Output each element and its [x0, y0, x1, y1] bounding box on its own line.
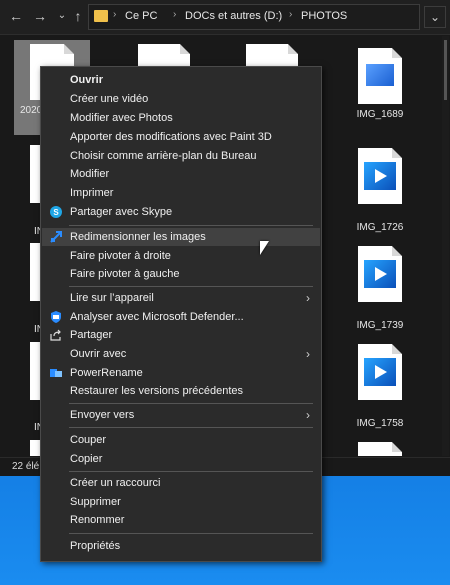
file-tile[interactable]: IMG_1739 — [342, 242, 418, 337]
breadcrumb-photos[interactable]: PHOTOS — [301, 10, 347, 22]
breadcrumb-separator-icon: › — [113, 9, 117, 20]
menu-item-delete[interactable]: Supprimer — [42, 493, 320, 511]
file-thumbnail — [30, 440, 40, 456]
breadcrumb-separator-icon: › — [173, 9, 177, 20]
menu-item-send-to[interactable]: Envoyer vers › — [42, 406, 320, 424]
menu-item-label: Couper — [70, 434, 107, 446]
file-thumbnail — [138, 44, 190, 66]
menu-item-properties[interactable]: Propriétés — [42, 537, 320, 555]
menu-item-print[interactable]: Imprimer — [42, 184, 320, 202]
powerrename-icon — [50, 369, 62, 377]
mouse-cursor-icon — [260, 241, 269, 255]
menu-item-rotate-right[interactable]: Faire pivoter à droite — [42, 247, 320, 265]
photo-file-icon — [358, 48, 402, 104]
breadcrumb-this-pc[interactable]: Ce PC — [125, 10, 157, 22]
video-file-icon — [358, 246, 402, 302]
folder-icon — [94, 10, 108, 22]
menu-item-edit-paint3d[interactable]: Apporter des modifications avec Paint 3D — [42, 128, 320, 146]
video-file-icon — [358, 148, 402, 204]
menu-item-label: Partager — [70, 329, 113, 341]
resize-icon — [50, 231, 62, 243]
share-icon — [50, 329, 61, 341]
menu-item-label: Modifier avec Photos — [70, 112, 173, 124]
menu-item-share[interactable]: Partager — [42, 326, 320, 344]
menu-item-label: Créer un raccourci — [70, 477, 161, 489]
file-label: IMG_1739 — [356, 320, 404, 331]
submenu-arrow-icon: › — [306, 291, 310, 305]
menu-item-label: Ouvrir — [70, 74, 104, 86]
menu-item-label: Supprimer — [70, 496, 121, 508]
menu-item-open-with[interactable]: Ouvrir avec › — [42, 345, 320, 363]
menu-item-set-wallpaper[interactable]: Choisir comme arrière-plan du Bureau — [42, 147, 320, 165]
address-bar[interactable]: › Ce PC › DOCs et autres (D:) › PHOTOS — [88, 4, 420, 30]
menu-item-label: Ouvrir avec — [70, 348, 127, 360]
menu-item-label: Envoyer vers — [70, 409, 135, 421]
menu-item-label: Copier — [70, 453, 103, 465]
scrollbar-thumb[interactable] — [444, 40, 447, 100]
menu-item-create-shortcut[interactable]: Créer un raccourci — [42, 474, 320, 492]
file-thumbnail — [246, 44, 298, 66]
menu-item-label: Propriétés — [70, 540, 121, 552]
menu-item-label: Analyser avec Microsoft Defender... — [70, 311, 244, 323]
video-file-icon — [358, 344, 402, 400]
skype-icon: S — [50, 206, 62, 218]
menu-item-copy[interactable]: Copier — [42, 450, 320, 468]
back-arrow-icon[interactable]: ← — [6, 6, 26, 26]
file-tile[interactable]: IMG_1726 — [342, 144, 418, 239]
breadcrumb-separator-icon: › — [289, 9, 293, 20]
file-thumbnail — [30, 342, 40, 400]
menu-item-rename[interactable]: Renommer — [42, 511, 320, 529]
file-tile[interactable]: IMG_1689 — [342, 44, 418, 139]
menu-item-rotate-left[interactable]: Faire pivoter à gauche — [42, 265, 320, 283]
menu-item-label: Choisir comme arrière-plan du Bureau — [70, 150, 257, 162]
menu-item-powerrename[interactable]: PowerRename — [42, 364, 320, 382]
file-tile[interactable]: IMG_1758 — [342, 340, 418, 435]
up-arrow-icon[interactable]: ↑ — [68, 6, 88, 26]
submenu-arrow-icon: › — [306, 347, 310, 361]
menu-item-scan-defender[interactable]: Analyser avec Microsoft Defender... — [42, 308, 320, 326]
menu-item-cast-to-device[interactable]: Lire sur l’appareil › — [42, 289, 320, 307]
file-thumbnail — [30, 145, 40, 203]
menu-item-label: Imprimer — [70, 187, 114, 199]
defender-icon — [51, 311, 61, 323]
dropdown-chevron-icon[interactable]: ⌄ — [424, 6, 446, 28]
file-thumbnail — [358, 442, 402, 456]
menu-item-create-video[interactable]: Créer une vidéo — [42, 90, 320, 108]
menu-item-label: Renommer — [70, 514, 125, 526]
menu-item-label: Lire sur l’appareil — [70, 292, 154, 304]
menu-item-label: PowerRename — [70, 367, 143, 379]
menu-item-edit[interactable]: Modifier — [42, 165, 320, 183]
forward-arrow-icon[interactable]: → — [30, 6, 50, 26]
context-menu: Ouvrir Créer une vidéo Modifier avec Pho… — [40, 66, 322, 562]
menu-item-label: Partager avec Skype — [70, 206, 173, 218]
submenu-arrow-icon: › — [306, 408, 310, 422]
menu-item-label: Redimensionner les images — [70, 231, 206, 243]
menu-item-label: Apporter des modifications avec Paint 3D — [70, 131, 272, 143]
menu-separator — [69, 225, 313, 226]
file-label: IMG_1689 — [356, 109, 404, 120]
menu-item-label: Faire pivoter à droite — [70, 250, 171, 262]
file-label: IMG_1726 — [356, 222, 404, 233]
file-label: IMG_1758 — [356, 418, 404, 429]
menu-separator — [69, 427, 313, 428]
menu-item-cut[interactable]: Couper — [42, 431, 320, 449]
menu-item-restore-versions[interactable]: Restaurer les versions précédentes — [42, 382, 320, 400]
menu-item-edit-photos[interactable]: Modifier avec Photos — [42, 109, 320, 127]
menu-item-share-skype[interactable]: S Partager avec Skype — [42, 203, 320, 221]
menu-separator — [69, 286, 313, 287]
menu-item-label: Faire pivoter à gauche — [70, 268, 180, 280]
breadcrumb-drive[interactable]: DOCs et autres (D:) — [185, 10, 282, 22]
navigation-bar: ← → ⌄ ↑ › Ce PC › DOCs et autres (D:) › … — [0, 0, 450, 35]
menu-separator — [69, 471, 313, 472]
menu-item-resize-images[interactable]: Redimensionner les images — [42, 228, 320, 246]
menu-item-open[interactable]: Ouvrir — [42, 71, 320, 89]
menu-item-label: Créer une vidéo — [70, 93, 149, 105]
menu-separator — [69, 403, 313, 404]
svg-text:S: S — [53, 208, 59, 217]
menu-item-label: Restaurer les versions précédentes — [70, 385, 244, 397]
menu-separator — [69, 533, 313, 534]
item-count: 22 élé — [12, 461, 40, 472]
file-thumbnail — [30, 243, 40, 301]
menu-item-label: Modifier — [70, 168, 110, 180]
